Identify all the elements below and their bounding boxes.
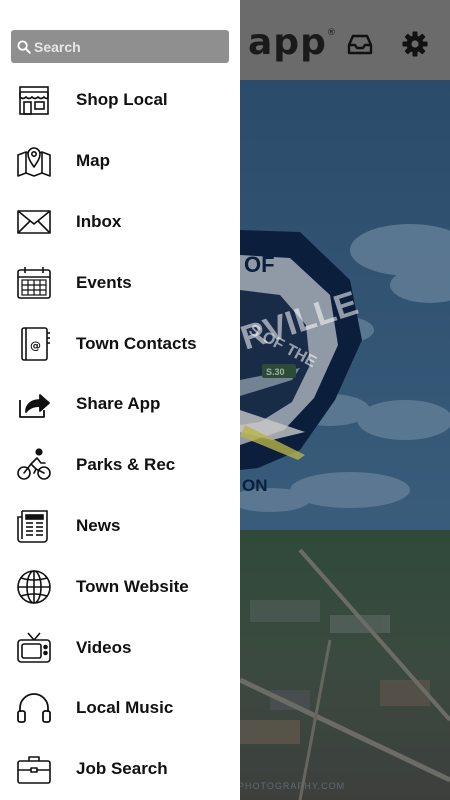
menu-label-events: Events xyxy=(76,272,132,292)
menu-item-local-music[interactable]: Local Music xyxy=(0,678,240,739)
menu-item-parks-rec[interactable]: Parks & Rec xyxy=(0,435,240,496)
seal-text-top: OF xyxy=(244,252,275,277)
search-icon xyxy=(17,40,31,54)
settings-gear-icon[interactable] xyxy=(401,30,429,58)
photo-credit: PHOTOGRAPHY.COM xyxy=(238,781,346,791)
map-pin-icon xyxy=(16,143,52,179)
navigation-drawer: Shop Local Map xyxy=(0,0,240,800)
globe-icon xyxy=(16,569,52,605)
menu-label-town-website: Town Website xyxy=(76,576,189,596)
menu-label-videos: Videos xyxy=(76,637,132,657)
seal-route-sign: S.30 xyxy=(266,367,285,377)
menu-item-town-contacts[interactable]: @ Town Contacts xyxy=(0,313,240,374)
menu-item-videos[interactable]: Videos xyxy=(0,617,240,678)
storefront-icon xyxy=(16,82,52,118)
menu-label-local-music: Local Music xyxy=(76,698,174,718)
menu-label-job-search: Job Search xyxy=(76,759,168,779)
menu-label-news: News xyxy=(76,515,121,535)
menu-item-job-search[interactable]: Job Search xyxy=(0,739,240,800)
menu-item-events[interactable]: Events xyxy=(0,252,240,313)
menu-item-inbox[interactable]: Inbox xyxy=(0,192,240,253)
menu-item-share-app[interactable]: Share App xyxy=(0,374,240,435)
envelope-icon xyxy=(16,204,52,240)
share-icon xyxy=(16,386,52,422)
briefcase-icon xyxy=(16,751,52,787)
menu-item-town-website[interactable]: Town Website xyxy=(0,556,240,617)
tv-icon xyxy=(16,630,52,666)
menu-label-share-app: Share App xyxy=(76,394,161,414)
seal-text-bottom: ON xyxy=(242,476,268,495)
cyclist-icon xyxy=(16,447,52,483)
menu-label-shop-local: Shop Local xyxy=(76,90,168,110)
address-book-icon: @ xyxy=(16,326,52,362)
newspaper-icon xyxy=(16,508,52,544)
app-logo: app® xyxy=(248,22,337,63)
headphones-icon xyxy=(16,690,52,726)
menu-label-parks-rec: Parks & Rec xyxy=(76,455,176,475)
menu-item-news[interactable]: News xyxy=(0,496,240,557)
svg-text:@: @ xyxy=(30,339,41,352)
menu-item-map[interactable]: Map xyxy=(0,131,240,192)
drawer-menu: Shop Local Map Inbox Events @ Town Conta… xyxy=(0,70,240,800)
search-input[interactable] xyxy=(34,38,219,55)
menu-label-town-contacts: Town Contacts xyxy=(76,333,197,353)
calendar-icon xyxy=(16,265,52,301)
search-bar[interactable] xyxy=(11,30,229,63)
menu-label-map: Map xyxy=(76,151,110,171)
app-screen: app® OF RVILLE S OF THE ON S.30 PHOTOGRA… xyxy=(0,0,450,800)
menu-label-inbox: Inbox xyxy=(76,211,122,231)
inbox-tray-icon[interactable] xyxy=(346,30,374,58)
menu-item-shop-local[interactable]: Shop Local xyxy=(0,70,240,131)
